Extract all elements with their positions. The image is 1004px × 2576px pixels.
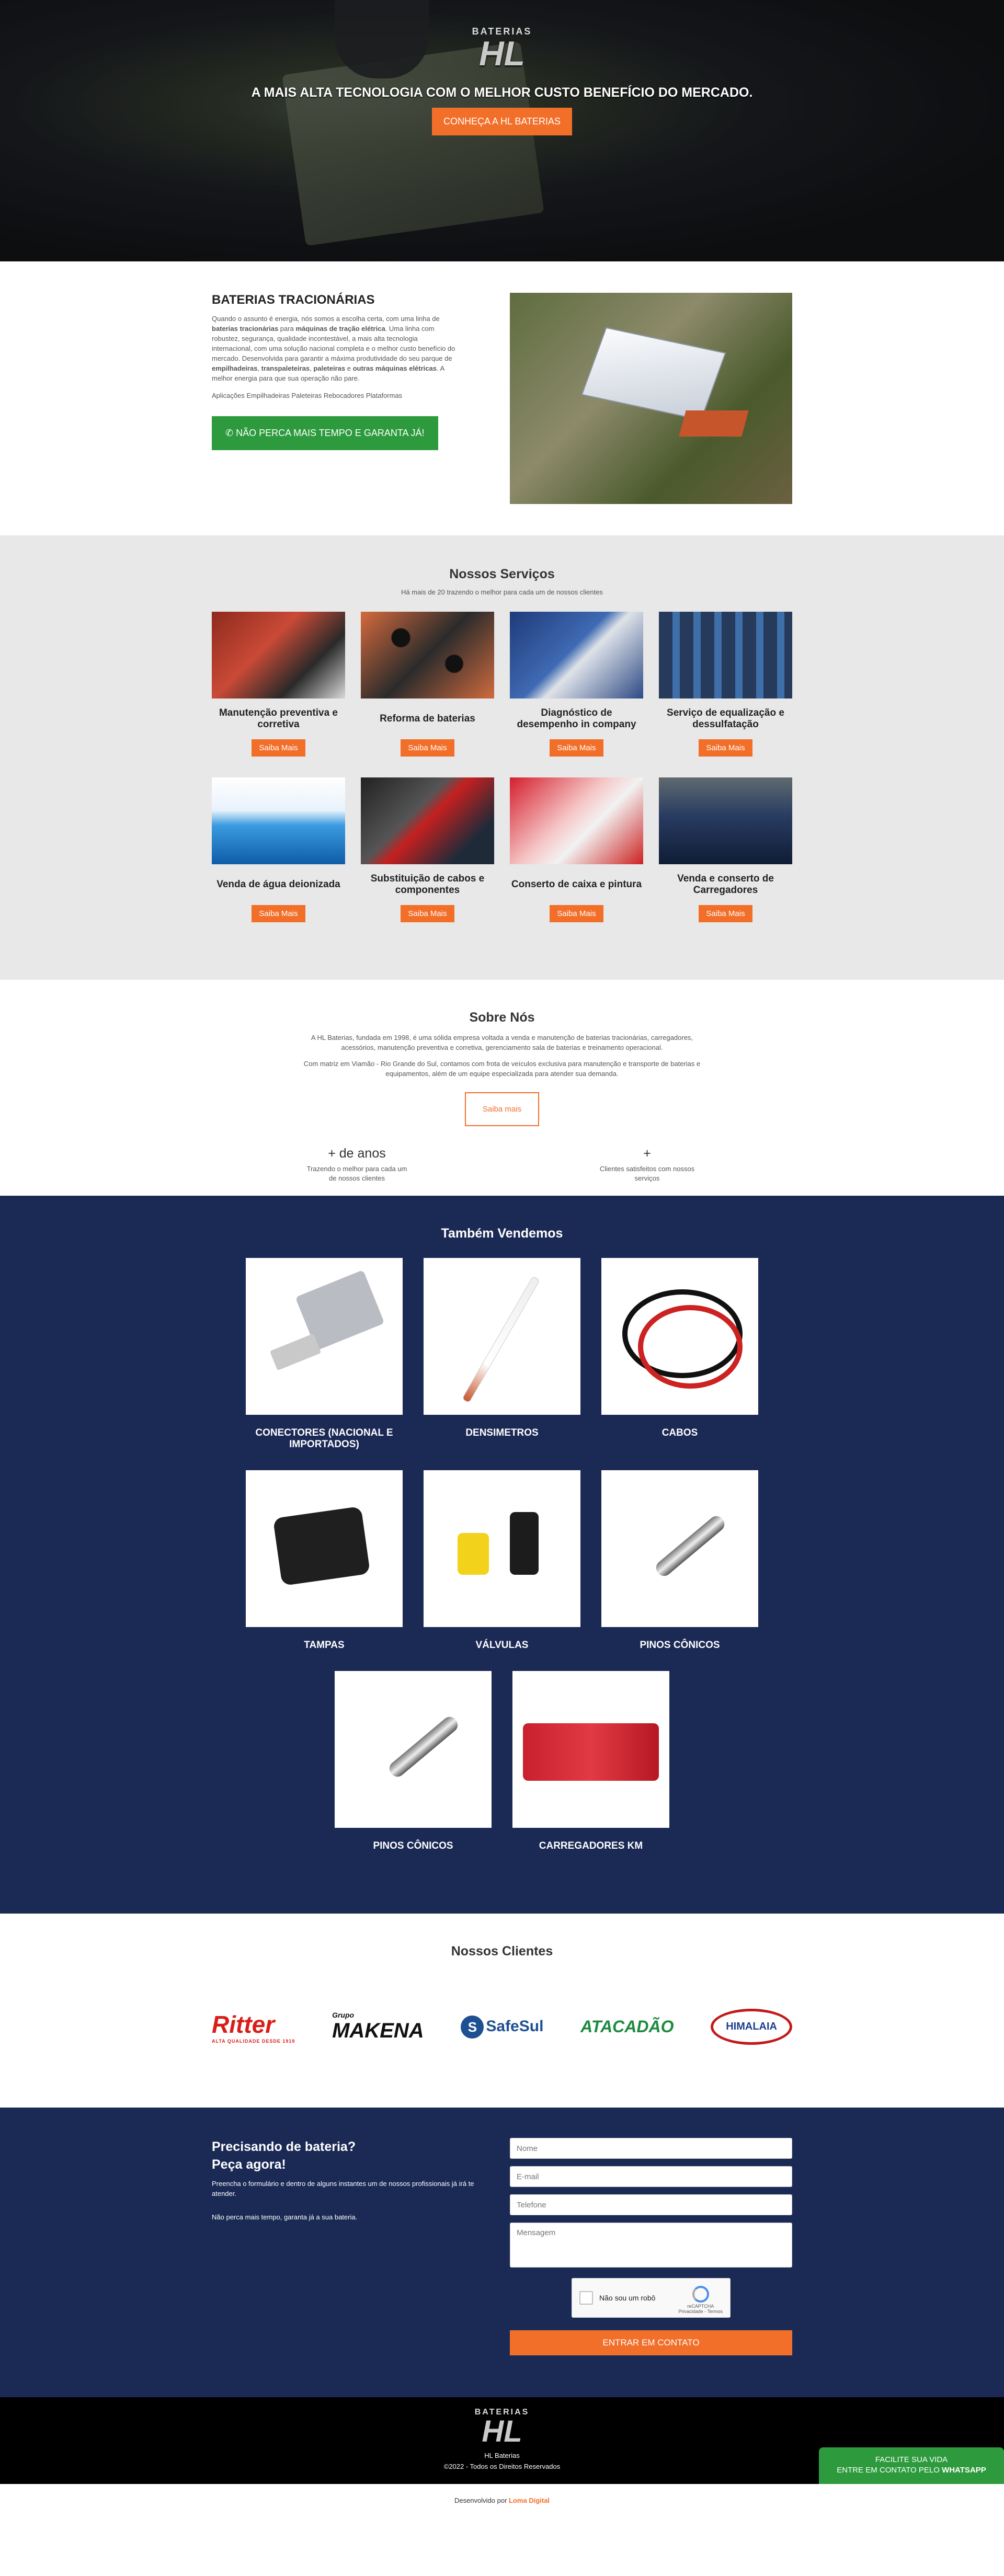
service-image <box>510 612 643 699</box>
saiba-mais-button[interactable]: Saiba Mais <box>550 739 603 757</box>
service-image <box>510 777 643 864</box>
product-image <box>335 1671 492 1828</box>
service-image <box>212 612 345 699</box>
aerial-building-image <box>510 293 792 504</box>
client-logo-makena: Grupo MAKENA <box>332 2011 424 2042</box>
contact-title-2: Peça agora! <box>212 2157 286 2172</box>
name-input[interactable] <box>510 2138 792 2159</box>
intro-paragraph: Quando o assunto é energia, nós somos a … <box>212 315 455 382</box>
logo[interactable]: BATERIAS HL <box>472 26 532 71</box>
about-saiba-mais-button[interactable]: Saiba mais <box>464 1092 540 1126</box>
saiba-mais-button[interactable]: Saiba Mais <box>550 905 603 922</box>
hero-section: BATERIAS HL A MAIS ALTA TECNOLOGIA COM O… <box>0 0 1004 261</box>
products-section: Também Vendemos CONECTORES (NACIONAL E I… <box>0 1196 1004 1914</box>
recaptcha-checkbox[interactable] <box>579 2291 593 2305</box>
phone-input[interactable] <box>510 2194 792 2215</box>
product-image <box>601 1258 758 1415</box>
message-input[interactable] <box>510 2223 792 2268</box>
about-title: Sobre Nós <box>469 1010 535 1025</box>
about-paragraph-2: Com matriz em Viamão - Rio Grande do Sul… <box>303 1060 701 1078</box>
service-card: Manutenção preventiva e corretiva Saiba M… <box>212 612 345 757</box>
service-card: Substituição de cabos e componentes Saiba… <box>361 777 494 922</box>
product-image <box>246 1470 403 1627</box>
guarantee-button[interactable]: ✆ NÃO PERCA MAIS TEMPO E GARANTA JÁ! <box>212 416 438 450</box>
product-image <box>246 1258 403 1415</box>
service-card: Diagnóstico de desempenho in company Saib… <box>510 612 643 757</box>
send-contact-button[interactable]: ENTRAR EM CONTATO <box>510 2330 792 2355</box>
email-input[interactable] <box>510 2166 792 2187</box>
clients-title: Nossos Clientes <box>451 1944 553 1959</box>
product-card[interactable]: CABOS <box>601 1258 758 1450</box>
product-card[interactable]: TAMPAS <box>246 1470 403 1651</box>
stat-clients: + Clientes satisfeitos com nossos serviç… <box>599 1146 695 1182</box>
service-card: Venda de água deionizada Saiba Mais <box>212 777 345 922</box>
saiba-mais-button[interactable]: Saiba Mais <box>401 905 454 922</box>
services-title: Nossos Serviços <box>449 567 555 581</box>
recaptcha: Não sou um robô reCAPTCHA Privacidade - T… <box>572 2278 731 2318</box>
clients-section: Nossos Clientes Ritter ALTA QUALIDADE DES… <box>0 1914 1004 2108</box>
developer-link[interactable]: Loma Digital <box>509 2497 550 2504</box>
product-image <box>424 1258 580 1415</box>
product-card[interactable]: VÁLVULAS <box>424 1470 580 1651</box>
contact-title-1: Precisando de bateria? <box>212 2139 356 2154</box>
hero-title: A MAIS ALTA TECNOLOGIA COM O MELHOR CUST… <box>251 85 753 100</box>
whatsapp-icon: ✆ <box>225 428 236 438</box>
client-logo-safesul: S SafeSul <box>461 2015 543 2039</box>
service-card: Serviço de equalização e dessulfatação Sa… <box>659 612 792 757</box>
saiba-mais-button[interactable]: Saiba Mais <box>401 739 454 757</box>
contact-text-1: Preencha o formulário e dentro de alguns… <box>212 2180 474 2197</box>
footer: BATERIAS HL HL Baterias ©2022 - Todos os… <box>0 2397 1004 2484</box>
developer-credit: Desenvolvido por Loma Digital <box>0 2484 1004 2510</box>
contact-text-2: Não perca mais tempo, garanta já a sua b… <box>212 2213 358 2221</box>
product-card[interactable]: DENSIMETROS <box>424 1258 580 1450</box>
footer-logo[interactable]: BATERIAS HL <box>475 2408 530 2447</box>
intro-title: BATERIAS TRACIONÁRIAS <box>212 293 375 307</box>
intro-section: BATERIAS TRACIONÁRIAS Quando o assunto é… <box>0 261 1004 535</box>
client-logo-ritter: Ritter ALTA QUALIDADE DESDE 1919 <box>212 2010 295 2044</box>
service-card: Reforma de baterias Saiba Mais <box>361 612 494 757</box>
services-section: Nossos Serviços Há mais de 20 trazendo o… <box>0 535 1004 980</box>
product-card[interactable]: CARREGADORES KM <box>512 1671 669 1852</box>
contact-section: Precisando de bateria? Peça agora! Preen… <box>0 2108 1004 2397</box>
product-card[interactable]: PINOS CÔNICOS <box>601 1470 758 1651</box>
products-title: Também Vendemos <box>441 1226 563 1241</box>
applications-list: Aplicações Empilhadeiras Paleteiras Rebo… <box>212 392 403 399</box>
about-section: Sobre Nós A HL Baterias, fundada em 1998… <box>0 980 1004 1196</box>
saiba-mais-button[interactable]: Saiba Mais <box>699 739 752 757</box>
about-paragraph-1: A HL Baterias, fundada em 1998, é uma só… <box>311 1034 693 1051</box>
stat-years: + de anos Trazendo o melhor para cada um… <box>306 1146 407 1182</box>
saiba-mais-button[interactable]: Saiba Mais <box>252 905 305 922</box>
service-image <box>361 777 494 864</box>
product-image <box>601 1470 758 1627</box>
saiba-mais-button[interactable]: Saiba Mais <box>252 739 305 757</box>
service-image <box>361 612 494 699</box>
client-logo-atacadao: ATACADÃO <box>580 2017 674 2036</box>
product-card[interactable]: CONECTORES (NACIONAL E IMPORTADOS) <box>246 1258 403 1450</box>
service-image <box>659 777 792 864</box>
product-card[interactable]: PINOS CÔNICOS <box>335 1671 492 1852</box>
service-image <box>212 777 345 864</box>
whatsapp-button[interactable]: FACILITE SUA VIDA ENTRE EM CONTATO PELO … <box>819 2447 1004 2484</box>
service-image <box>659 612 792 699</box>
service-card: Conserto de caixa e pintura Saiba Mais <box>510 777 643 922</box>
product-image <box>424 1470 580 1627</box>
product-image <box>512 1671 669 1828</box>
hero-cta-button[interactable]: CONHEÇA A HL BATERIAS <box>431 108 573 135</box>
recaptcha-icon <box>692 2286 709 2303</box>
safesul-icon: S <box>461 2015 484 2039</box>
client-logo-himalaia: HIMALAIA <box>711 2009 792 2045</box>
services-subtitle: Há mais de 20 trazendo o melhor para cad… <box>401 588 603 596</box>
contact-form: Não sou um robô reCAPTCHAPrivacidade - T… <box>510 2138 792 2355</box>
service-card: Venda e conserto de Carregadores Saiba Ma… <box>659 777 792 922</box>
saiba-mais-button[interactable]: Saiba Mais <box>699 905 752 922</box>
